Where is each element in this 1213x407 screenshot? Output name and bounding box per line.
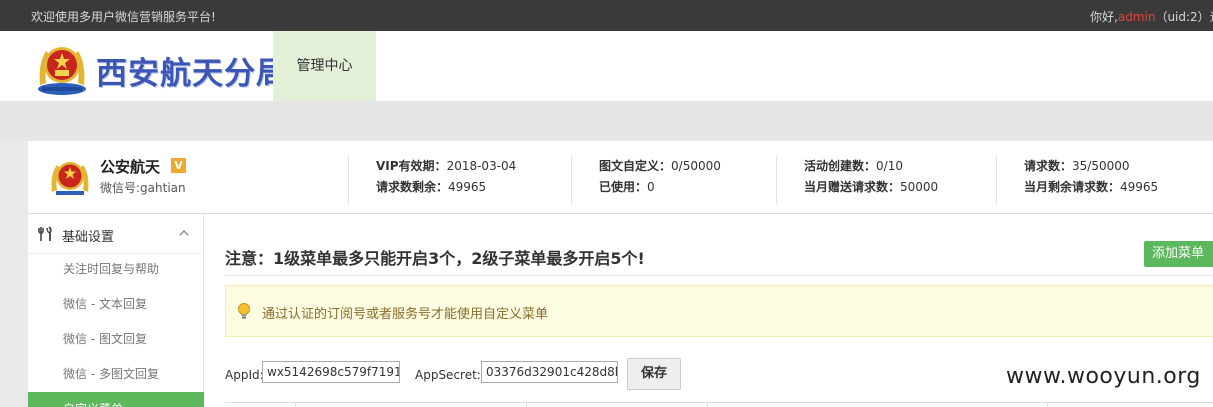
alert-message: 通过认证的订阅号或者服务号才能使用自定义菜单 <box>262 307 549 322</box>
sidebar-item-text-reply[interactable]: 微信 - 文本回复 <box>28 287 204 322</box>
user-info: 你好,admin（uid:2）退 <box>1090 8 1213 25</box>
account-info-bar: 公安航天 V 微信号:gahtian VIP有效期：2018-03-04 请求数… <box>28 141 1213 214</box>
stat-value: 50000 <box>900 180 939 194</box>
wechat-id: 微信号:gahtian <box>100 181 186 195</box>
uid-text: （uid:2） <box>1155 10 1210 24</box>
stat-value: 49965 <box>1120 180 1159 194</box>
stat-label: 活动创建数： <box>804 159 877 173</box>
appsecret-input[interactable]: 03376d32901c428d8b <box>481 361 618 383</box>
stat-value: 49965 <box>448 180 487 194</box>
sidebar-section-label: 基础设置 <box>62 230 115 245</box>
sidebar-item-follow-reply[interactable]: 关注时回复与帮助 <box>28 252 204 287</box>
stat-label: 图文自定义： <box>599 159 672 173</box>
stat-label: 当月赠送请求数： <box>804 180 901 194</box>
stat-value: 35/50000 <box>1072 159 1130 173</box>
stat-label: 已使用： <box>599 180 648 194</box>
greeting-text: 你好, <box>1090 10 1118 24</box>
sidebar-item-multi-image-text-reply[interactable]: 微信 - 多图文回复 <box>28 357 204 392</box>
stat-label: 请求数： <box>1024 159 1073 173</box>
stat-label: VIP有效期： <box>376 159 447 173</box>
add-menu-button[interactable]: 添加菜单 <box>1144 241 1213 267</box>
tab-management-center[interactable]: 管理中心 <box>273 31 376 101</box>
appid-label: AppId: <box>225 368 264 382</box>
stat-group-activity: 活动创建数：0/10 当月赠送请求数：50000 <box>776 156 938 204</box>
username-link[interactable]: admin <box>1118 10 1156 24</box>
sidebar-item-image-text-reply[interactable]: 微信 - 图文回复 <box>28 322 204 357</box>
sidebar: 基础设置 关注时回复与帮助 微信 - 文本回复 微信 - 图文回复 微信 - 多… <box>28 214 204 407</box>
divider <box>225 275 1213 276</box>
lightbulb-icon <box>238 303 250 319</box>
save-button[interactable]: 保存 <box>627 358 681 390</box>
stat-group-vip: VIP有效期：2018-03-04 请求数剩余：49965 <box>348 156 516 204</box>
vip-badge-icon: V <box>171 158 186 173</box>
stat-group-graphic: 图文自定义：0/50000 已使用：0 <box>571 156 721 204</box>
watermark: www.wooyun.org <box>1006 364 1201 389</box>
tools-icon <box>38 226 52 241</box>
stat-value: 0 <box>647 180 655 194</box>
stat-value: 2018-03-04 <box>446 159 517 173</box>
top-bar: 欢迎使用多用户微信营销服务平台! 你好,admin（uid:2）退 <box>0 0 1213 31</box>
stat-group-requests: 请求数：35/50000 当月剩余请求数：49965 <box>996 156 1158 204</box>
header: 西安航天分局 管理中心 <box>0 31 1213 101</box>
menu-table-header <box>225 402 1213 407</box>
alert-box: 通过认证的订阅号或者服务号才能使用自定义菜单 <box>225 285 1213 337</box>
chevron-up-icon <box>179 230 189 236</box>
police-emblem-icon <box>38 47 86 95</box>
stat-value: 0/50000 <box>671 159 721 173</box>
stat-label: 请求数剩余： <box>376 180 449 194</box>
appid-input[interactable]: wx5142698c579f7191 <box>262 361 400 383</box>
stat-value: 0/10 <box>876 159 903 173</box>
stat-label: 当月剩余请求数： <box>1024 180 1121 194</box>
page-notice-title: 注意：1级菜单最多只能开启3个，2级子菜单最多开启5个! <box>225 249 645 268</box>
sidebar-section-basic-settings[interactable]: 基础设置 <box>28 214 204 254</box>
spacer <box>0 101 1213 141</box>
account-name: 公安航天 <box>100 158 161 176</box>
sidebar-item-custom-menu[interactable]: 自定义菜单 <box>28 392 204 407</box>
police-emblem-icon <box>51 162 89 195</box>
welcome-text: 欢迎使用多用户微信营销服务平台! <box>31 10 216 24</box>
brand-title: 西安航天分局 <box>96 56 288 92</box>
appsecret-label: AppSecret: <box>415 368 481 382</box>
